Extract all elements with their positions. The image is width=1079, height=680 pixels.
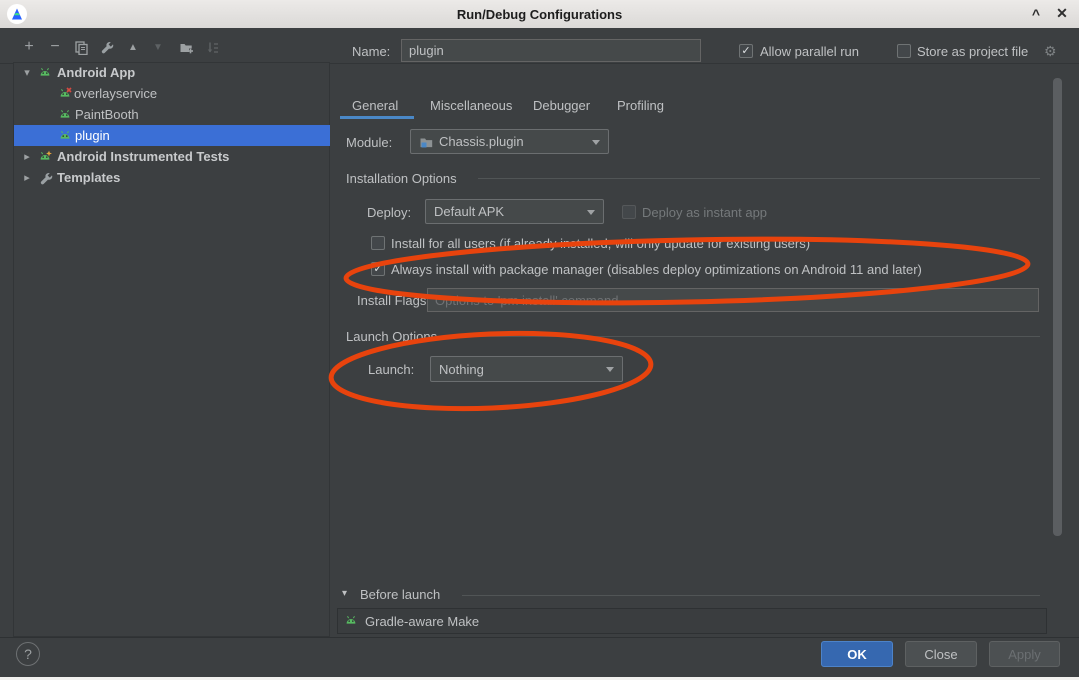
tab-debugger[interactable]: Debugger <box>533 92 590 118</box>
module-label: Module: <box>346 135 392 150</box>
module-dropdown[interactable]: Chassis.plugin <box>410 129 609 154</box>
deploy-dropdown[interactable]: Default APK <box>425 199 604 224</box>
launch-options-title: Launch Options <box>346 329 437 344</box>
section-divider <box>478 178 1040 179</box>
install-for-all-users-label: Install for all users (if already instal… <box>391 236 810 251</box>
before-launch-list: Gradle-aware Make <box>337 608 1047 634</box>
new-folder-icon[interactable] <box>177 38 195 56</box>
help-button[interactable]: ? <box>16 642 40 666</box>
launch-label: Launch: <box>368 362 414 377</box>
move-up-button[interactable]: ▲ <box>124 38 142 56</box>
deploy-as-instant-app-label: Deploy as instant app <box>642 205 767 220</box>
android-icon <box>58 129 72 146</box>
allow-parallel-run-label: Allow parallel run <box>760 44 859 59</box>
install-flags-label: Install Flags: <box>357 293 430 308</box>
tab-miscellaneous[interactable]: Miscellaneous <box>430 92 512 118</box>
window-close-button[interactable]: ✕ <box>1049 0 1075 27</box>
install-for-all-users-checkbox[interactable] <box>371 236 385 250</box>
before-launch-title[interactable]: Before launch <box>360 587 440 602</box>
deploy-label: Deploy: <box>367 205 411 220</box>
deploy-as-instant-app-checkbox[interactable] <box>622 205 636 219</box>
android-icon <box>58 108 72 125</box>
tab-general[interactable]: General <box>352 92 398 118</box>
vertical-scrollbar[interactable] <box>1053 78 1062 536</box>
store-as-project-file-label: Store as project file <box>917 44 1028 59</box>
copy-configuration-icon[interactable] <box>72 38 90 56</box>
move-down-button[interactable]: ▼ <box>149 38 167 56</box>
window-minimize-button[interactable]: ^ <box>1023 0 1049 27</box>
module-icon <box>419 135 433 149</box>
install-flags-input[interactable] <box>427 288 1039 312</box>
allow-parallel-run-checkbox[interactable]: ✓ <box>739 44 753 58</box>
section-divider <box>462 595 1040 596</box>
tree-item-android-app[interactable]: ▾ Android App <box>14 62 330 83</box>
tree-item-overlayservice[interactable]: overlayservice <box>14 83 330 104</box>
tree-item-android-instrumented-tests[interactable]: ▸ Android Instrumented Tests <box>14 146 330 167</box>
title-bar: Run/Debug Configurations ^ ✕ <box>0 0 1079 29</box>
android-test-icon <box>38 150 52 167</box>
launch-dropdown[interactable]: Nothing <box>430 356 623 382</box>
store-as-project-file-gear-icon[interactable]: ⚙ <box>1044 43 1057 60</box>
tree-item-paintbooth[interactable]: PaintBooth <box>14 104 330 125</box>
wrench-icon <box>39 171 53 188</box>
tab-profiling[interactable]: Profiling <box>617 92 664 118</box>
name-label: Name: <box>352 44 390 59</box>
run-debug-configurations-dialog: Run/Debug Configurations ^ ✕ + − ▲ ▼ Nam… <box>0 0 1079 680</box>
close-button[interactable]: Close <box>905 641 977 667</box>
chevron-collapsed-icon[interactable]: ▸ <box>22 171 32 184</box>
active-tab-indicator <box>340 116 414 119</box>
before-launch-collapse-icon[interactable]: ▾ <box>342 588 347 599</box>
tree-item-plugin[interactable]: plugin <box>14 125 330 146</box>
remove-configuration-button[interactable]: − <box>46 38 64 56</box>
check-icon: ✓ <box>373 264 382 275</box>
footer-divider <box>0 637 1079 638</box>
installation-options-title: Installation Options <box>346 171 457 186</box>
android-icon <box>38 66 52 83</box>
edit-templates-icon[interactable] <box>98 38 116 56</box>
ok-button[interactable]: OK <box>821 641 893 667</box>
before-launch-item[interactable]: Gradle-aware Make <box>365 614 479 629</box>
apply-button[interactable]: Apply <box>989 641 1060 667</box>
android-studio-logo-icon <box>7 4 27 24</box>
android-icon <box>344 614 358 628</box>
chevron-collapsed-icon[interactable]: ▸ <box>22 150 32 163</box>
section-divider <box>452 336 1040 337</box>
tree-item-templates[interactable]: ▸ Templates <box>14 167 330 188</box>
window-title: Run/Debug Configurations <box>457 7 622 22</box>
sort-configurations-icon[interactable] <box>204 38 222 56</box>
always-install-package-manager-label: Always install with package manager (dis… <box>391 262 922 277</box>
name-input[interactable] <box>401 39 701 62</box>
store-as-project-file-checkbox[interactable] <box>897 44 911 58</box>
always-install-package-manager-checkbox[interactable]: ✓ <box>371 262 385 276</box>
android-error-icon <box>58 87 72 104</box>
chevron-expanded-icon[interactable]: ▾ <box>22 66 32 79</box>
check-icon: ✓ <box>741 46 750 57</box>
add-configuration-button[interactable]: + <box>20 38 38 56</box>
